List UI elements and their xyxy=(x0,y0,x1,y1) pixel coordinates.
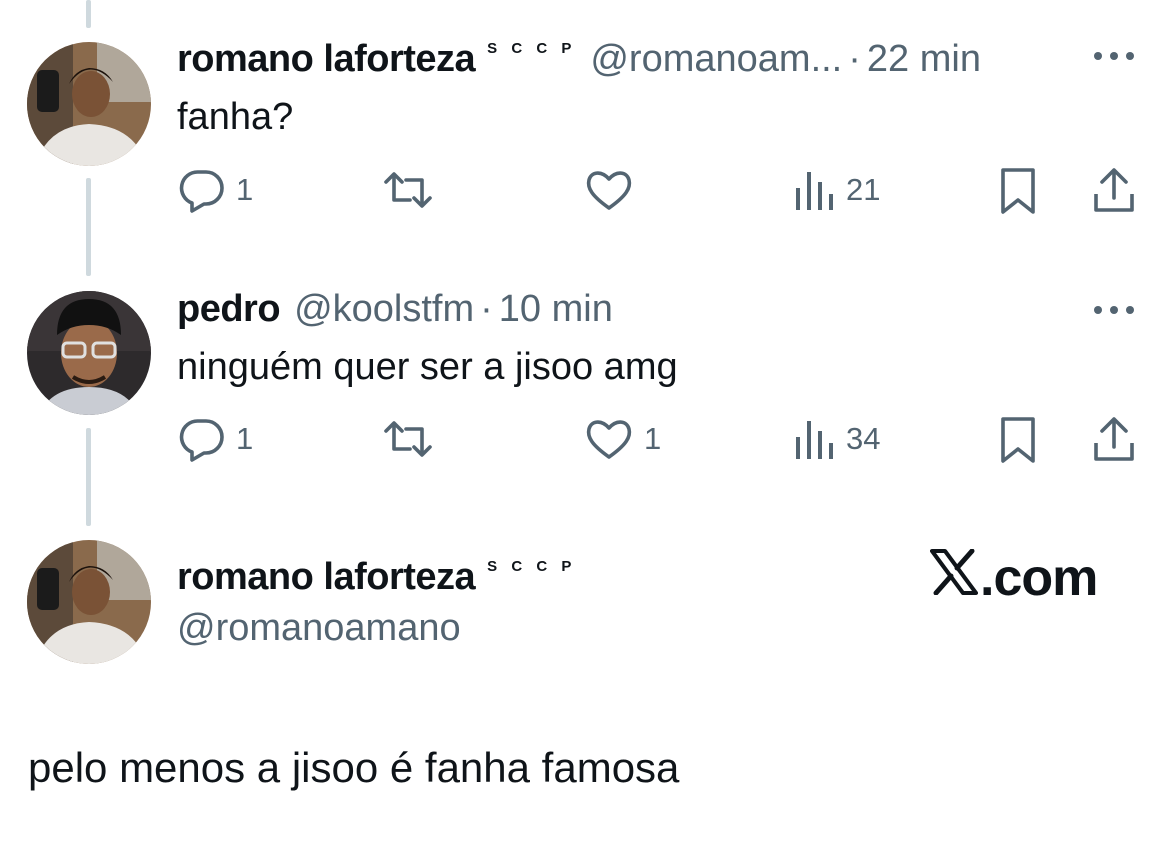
views-count: 21 xyxy=(846,172,881,207)
tweet-header: romano laforteza S C C P @romanoam... · … xyxy=(177,38,981,81)
username-handle[interactable]: @romanoam... xyxy=(590,38,842,81)
separator-dot: · xyxy=(480,288,493,330)
views-button[interactable]: 21 xyxy=(794,166,880,214)
profile-badge: S C C P xyxy=(487,558,577,575)
like-button[interactable] xyxy=(584,166,644,214)
display-name[interactable]: romano laforteza xyxy=(177,556,476,599)
views-icon xyxy=(794,166,836,214)
tweet-text: ninguém quer ser a jisoo amg xyxy=(177,346,678,388)
tweet-text: fanha? xyxy=(177,96,294,138)
avatar[interactable] xyxy=(27,291,151,415)
retweet-icon xyxy=(382,166,434,214)
timestamp[interactable]: 22 min xyxy=(867,38,981,81)
bookmark-button[interactable] xyxy=(998,166,1038,216)
display-name[interactable]: pedro xyxy=(177,288,281,331)
username-handle[interactable]: @romanoamano xyxy=(177,607,461,650)
tweet-actions: 1 21 xyxy=(0,166,1169,216)
username-handle[interactable]: @koolstfm xyxy=(294,288,474,331)
display-name[interactable]: romano laforteza xyxy=(177,38,476,81)
retweet-icon xyxy=(382,415,434,463)
main-tweet-text: pelo menos a jisoo é fanha famosa xyxy=(28,744,680,791)
reply-count: 1 xyxy=(236,172,254,207)
like-count: 1 xyxy=(644,421,662,456)
main-author: romano laforteza S C C P xyxy=(177,556,576,599)
x-logo-icon xyxy=(930,548,980,608)
share-icon xyxy=(1092,415,1136,463)
site-label: .com xyxy=(980,549,1098,607)
thread-line-top xyxy=(86,0,91,28)
x-com-watermark: .com xyxy=(930,548,1098,608)
timestamp[interactable]: 10 min xyxy=(499,288,613,331)
share-button[interactable] xyxy=(1092,166,1136,214)
share-button[interactable] xyxy=(1092,415,1136,463)
reply-count: 1 xyxy=(236,421,254,456)
profile-badge: S C C P xyxy=(487,40,577,57)
share-icon xyxy=(1092,166,1136,214)
bookmark-icon xyxy=(998,415,1038,465)
like-icon xyxy=(584,166,634,214)
reply-icon xyxy=(178,166,226,214)
avatar[interactable] xyxy=(27,42,151,166)
like-icon xyxy=(584,415,634,463)
reply-button[interactable]: 1 xyxy=(178,166,253,214)
bookmark-button[interactable] xyxy=(998,415,1038,465)
views-button[interactable]: 34 xyxy=(794,415,880,463)
views-icon xyxy=(794,415,836,463)
more-options-icon[interactable] xyxy=(1092,300,1136,325)
retweet-button[interactable] xyxy=(382,415,444,463)
like-button[interactable]: 1 xyxy=(584,415,661,463)
reply-button[interactable]: 1 xyxy=(178,415,253,463)
tweet-actions: 1 1 34 xyxy=(0,415,1169,465)
tweet-header: pedro @koolstfm · 10 min xyxy=(177,288,613,331)
reply-icon xyxy=(178,415,226,463)
views-count: 34 xyxy=(846,421,881,456)
avatar[interactable] xyxy=(27,540,151,664)
more-options-icon[interactable] xyxy=(1092,46,1136,71)
retweet-button[interactable] xyxy=(382,166,444,214)
bookmark-icon xyxy=(998,166,1038,216)
separator-dot: · xyxy=(848,38,861,80)
